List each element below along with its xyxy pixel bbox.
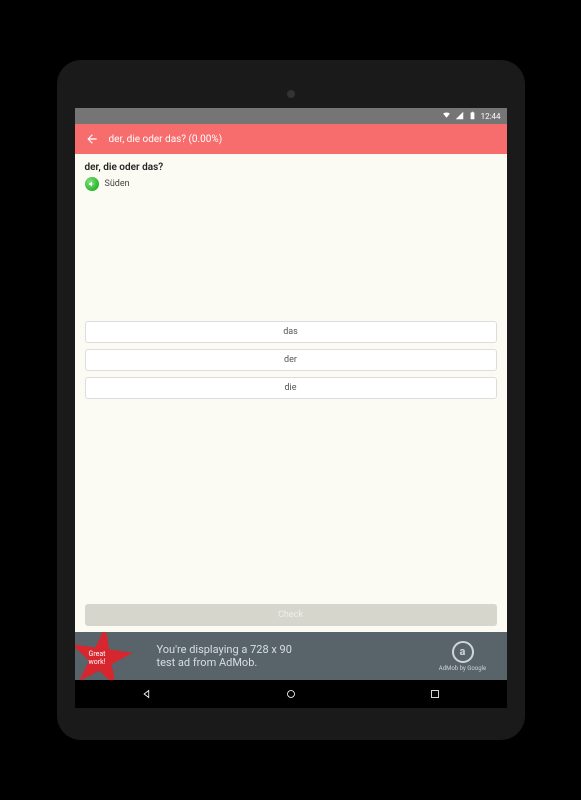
app-header: der, die oder das? (0.00%) (75, 124, 507, 154)
speaker-icon (88, 180, 96, 188)
battery-icon (468, 111, 477, 122)
arrow-left-icon (85, 132, 99, 146)
main-content: der, die oder das? Süden das der die Che… (75, 154, 507, 632)
play-audio-button[interactable] (85, 177, 99, 191)
ad-brand: a AdMob by Google (427, 641, 507, 672)
front-camera (287, 90, 295, 98)
signal-icon (455, 111, 464, 122)
nav-home-button[interactable] (271, 684, 311, 704)
nav-recent-button[interactable] (415, 684, 455, 704)
option-button[interactable]: der (85, 349, 497, 371)
ad-star: Greatwork! (75, 632, 151, 680)
answer-options: das der die (85, 321, 497, 399)
back-button[interactable] (85, 132, 99, 146)
word-label: Süden (105, 179, 130, 189)
admob-icon: a (452, 641, 474, 663)
tablet-frame: 12:44 der, die oder das? (0.00%) der, di… (57, 60, 525, 740)
question-text: der, die oder das? (85, 162, 497, 173)
check-button[interactable]: Check (85, 604, 497, 626)
wifi-icon (442, 111, 451, 122)
word-row: Süden (85, 177, 497, 191)
option-button[interactable]: die (85, 377, 497, 399)
header-title: der, die oder das? (0.00%) (109, 134, 223, 145)
ad-banner[interactable]: Greatwork! You're displaying a 728 x 90t… (75, 632, 507, 680)
status-bar: 12:44 (75, 108, 507, 124)
nav-bar (75, 680, 507, 708)
clock-text: 12:44 (481, 112, 501, 121)
nav-back-button[interactable] (127, 684, 167, 704)
option-button[interactable]: das (85, 321, 497, 343)
screen: 12:44 der, die oder das? (0.00%) der, di… (75, 108, 507, 708)
ad-text: You're displaying a 728 x 90test ad from… (151, 643, 427, 669)
